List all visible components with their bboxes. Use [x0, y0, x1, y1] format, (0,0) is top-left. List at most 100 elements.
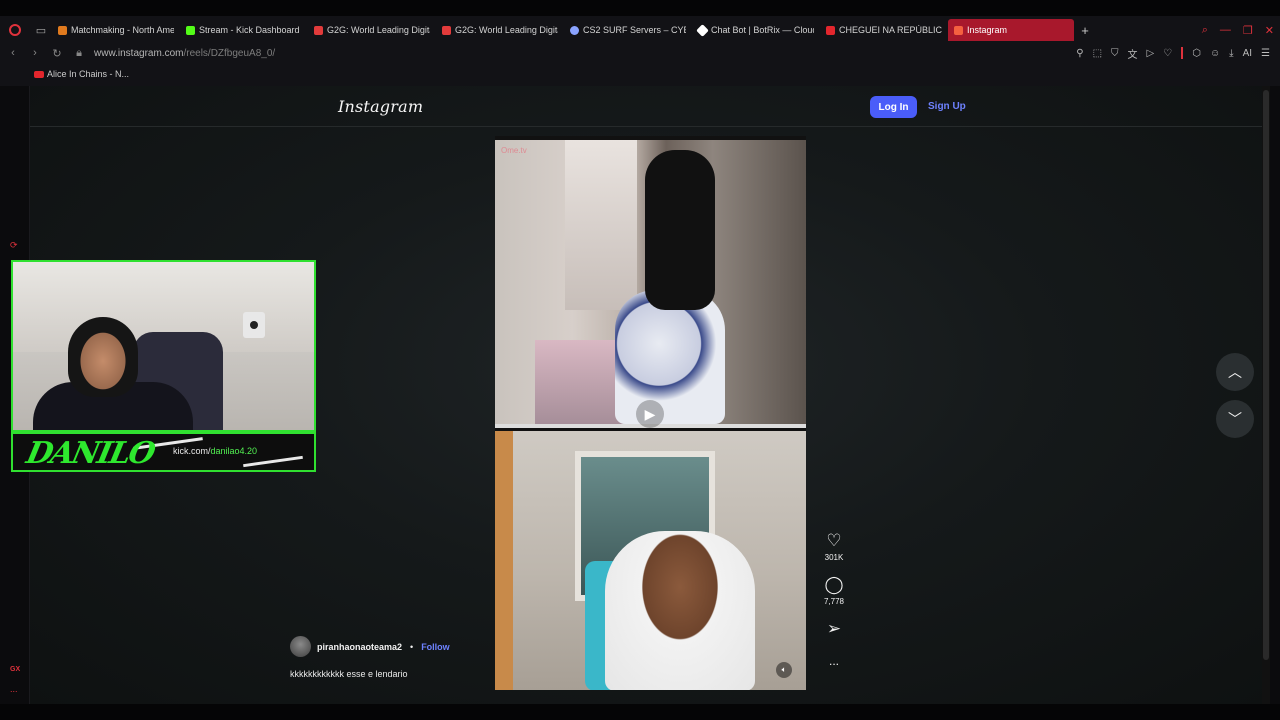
ig-header: Instagram Log In Sign Up [30, 86, 1270, 127]
address-bar: ‹ › ↻ 🔒︎ www.instagram.com/reels/DZfbgeu… [0, 44, 1280, 62]
instagram-logo[interactable]: Instagram [338, 97, 423, 116]
search-tabs-icon[interactable]: ⌕ [1202, 24, 1208, 37]
extensions-icon[interactable]: ⬡ [1192, 48, 1201, 59]
play-icon[interactable]: ▶ [636, 400, 664, 428]
comment-button[interactable]: ◯ 7,778 [824, 575, 844, 607]
back-icon[interactable]: ‹ [4, 47, 22, 59]
forward-icon[interactable]: › [26, 47, 44, 59]
youtube-favicon-icon [826, 25, 835, 35]
tab-matchmaking[interactable]: Matchmaking - North Amer [52, 19, 180, 41]
g2g-favicon-icon [442, 25, 451, 35]
reel-video[interactable]: Ome.tv ▶ 🔈︎ [495, 136, 806, 690]
login-button[interactable]: Log In [870, 96, 917, 118]
share-button[interactable]: ➢ [827, 620, 841, 638]
tab-bar: ▭ Matchmaking - North Amer Stream - Kick… [0, 16, 1280, 44]
webcam-speaker [243, 312, 265, 338]
new-tab-button[interactable]: + [1076, 21, 1094, 39]
bottom-letterbox [0, 704, 1280, 720]
more-icon: ... [828, 654, 839, 668]
webcam-overlay [11, 260, 316, 432]
tab-menu-icon[interactable]: ▭ [30, 16, 52, 44]
bookmarks-bar: Alice In Chains - N... [0, 62, 1280, 86]
comment-icon: ◯ [824, 575, 844, 594]
webcam-head [68, 317, 138, 397]
url-path: /reels/DZfbgeuA8_0/ [183, 47, 276, 59]
video-person-hair [645, 150, 715, 310]
tab-kick-dashboard[interactable]: Stream - Kick Dashboard [180, 19, 308, 41]
window-controls: ⌕ — ❐ ✕ [1202, 16, 1274, 44]
minimize-icon[interactable]: — [1220, 24, 1231, 36]
reel-actions: ♡ 301K ◯ 7,778 ➢ ... [818, 532, 850, 670]
bookmark-label: Alice In Chains - N... [47, 69, 130, 79]
url-host: www.instagram.com [94, 47, 184, 59]
video-top-frame: Ome.tv [495, 140, 806, 424]
tab-label: CS2 SURF Servers – CYBE [583, 25, 686, 35]
sidebar-more-icon[interactable]: ... [10, 684, 21, 695]
toolbar-separator [1181, 47, 1184, 59]
top-letterbox [0, 0, 1280, 16]
banner-streak [243, 455, 303, 468]
chevron-down-icon: ﹀ [1228, 411, 1242, 427]
aria-ai-button[interactable]: AI [1243, 48, 1252, 59]
translate-icon[interactable]: 文 [1128, 46, 1138, 61]
tab-label: G2G: World Leading Digita [455, 25, 558, 35]
tab-g2g-2[interactable]: G2G: World Leading Digita [436, 19, 564, 41]
botrix-favicon-icon [696, 23, 709, 37]
heart-icon: ♡ [826, 531, 842, 550]
close-icon[interactable]: ✕ [1265, 24, 1274, 37]
like-button[interactable]: ♡ 301K [825, 531, 844, 563]
tab-youtube[interactable]: CHEGUEI NA REPÚBLICA D [820, 19, 948, 41]
stream-banner: DANILO kick.com/danilao4.20 [11, 432, 316, 472]
page-scrollbar[interactable] [1262, 86, 1270, 704]
shield-icon[interactable]: ⛉ [1111, 48, 1119, 59]
tab-favicon-icon [58, 25, 67, 35]
cs2-favicon-icon [570, 25, 579, 35]
tab-label: Stream - Kick Dashboard [199, 25, 300, 35]
tab-instagram[interactable]: Instagram [948, 19, 1074, 41]
instagram-favicon-icon [954, 25, 963, 35]
profile-icon[interactable]: ☺ [1210, 48, 1220, 59]
url-field[interactable]: www.instagram.com/reels/DZfbgeuA8_0/ [94, 48, 275, 59]
tab-label: Chat Bot | BotRix — Cloud [711, 25, 814, 35]
send-icon[interactable]: ▷ [1147, 48, 1155, 59]
toolbar-icons: ⚲ ⬚ ⛉ 文 ▷ ♡ ⬡ ☺ ⤓ AI ☰ [1076, 44, 1270, 62]
signup-link[interactable]: Sign Up [928, 101, 966, 112]
username[interactable]: piranhaonaoteama2 [317, 642, 402, 652]
tab-label: Matchmaking - North Amer [71, 25, 174, 35]
reload-icon[interactable]: ↻ [48, 47, 66, 60]
video-doorframe [495, 431, 513, 690]
tab-botrix[interactable]: Chat Bot | BotRix — Cloud [692, 19, 820, 41]
heart-icon[interactable]: ♡ [1163, 48, 1172, 59]
kick-favicon-icon [186, 25, 195, 35]
video-watermark: Ome.tv [501, 146, 527, 155]
lock-icon[interactable]: 🔒︎ [70, 47, 88, 60]
maximize-icon[interactable]: ❐ [1243, 24, 1253, 37]
follow-button[interactable]: Follow [421, 642, 450, 652]
gx-icon[interactable]: GX [10, 666, 21, 677]
chevron-up-icon: ︿ [1228, 364, 1242, 380]
pin-icon[interactable]: ⚲ [1076, 48, 1083, 59]
tab-label: G2G: World Leading Digita [327, 25, 430, 35]
tab-label: CHEGUEI NA REPÚBLICA D [839, 25, 942, 35]
sidebar-refresh-icon[interactable]: ⟳ [10, 240, 21, 251]
kick-link-prefix: kick.com/ [173, 446, 211, 456]
kick-link-handle: danilao4.20 [210, 446, 258, 456]
avatar[interactable] [290, 636, 311, 657]
tab-label: Instagram [967, 25, 1008, 35]
video-bottom-frame [495, 431, 806, 690]
video-person-dress [615, 290, 725, 424]
separator-dot: • [410, 641, 414, 652]
easy-setup-icon[interactable]: ☰ [1261, 48, 1270, 59]
next-reel-button[interactable]: ﹀ [1216, 400, 1254, 438]
scrollbar-thumb[interactable] [1263, 90, 1269, 660]
snapshot-icon[interactable]: ⬚ [1093, 48, 1102, 59]
opera-menu-icon[interactable] [0, 16, 30, 44]
mute-icon[interactable]: 🔈︎ [776, 662, 792, 678]
tab-g2g-1[interactable]: G2G: World Leading Digita [308, 19, 436, 41]
tab-cs2-surf[interactable]: CS2 SURF Servers – CYBE [564, 19, 692, 41]
bookmark-alice-in-chains[interactable]: Alice In Chains - N... [34, 69, 129, 79]
youtube-icon [34, 70, 44, 78]
previous-reel-button[interactable]: ︿ [1216, 353, 1254, 391]
download-icon[interactable]: ⤓ [1229, 48, 1233, 59]
more-options-button[interactable]: ... [829, 652, 839, 670]
